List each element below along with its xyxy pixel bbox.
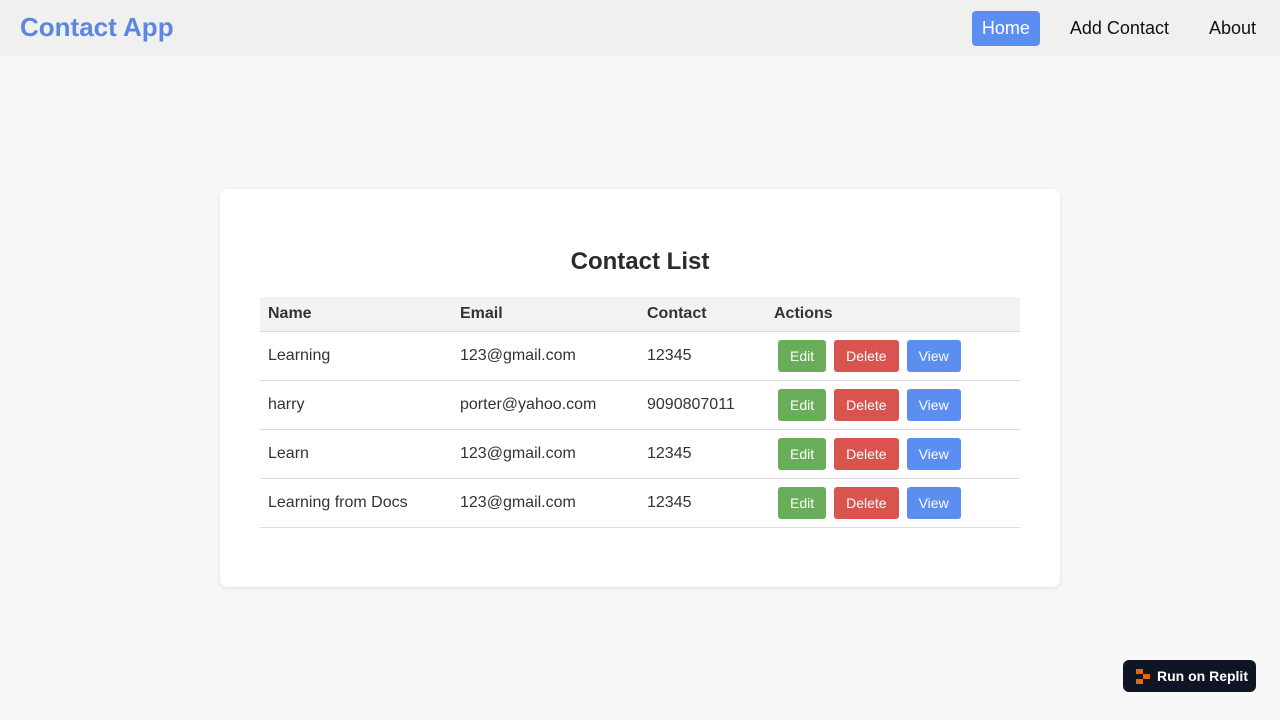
edit-button[interactable]: Edit (778, 388, 827, 421)
cell-email: 123@gmail.com (452, 478, 639, 528)
row-actions: Edit Delete View (774, 339, 1012, 372)
brand-logo[interactable]: Contact App (20, 12, 174, 42)
cell-name: harry (260, 380, 452, 430)
delete-button[interactable]: Delete (834, 486, 899, 519)
cell-actions: Edit Delete View (766, 380, 1020, 430)
replit-logo-icon (1136, 669, 1150, 684)
edit-button[interactable]: Edit (778, 486, 827, 519)
nav-add-contact[interactable]: Add Contact (1060, 11, 1179, 46)
view-button[interactable]: View (906, 486, 961, 519)
cell-email: 123@gmail.com (452, 331, 639, 381)
top-navbar: Contact App Home Add Contact About (0, 0, 1280, 56)
column-header-actions: Actions (766, 297, 1020, 332)
table-row: Learn 123@gmail.com 12345 Edit Delete Vi… (260, 429, 1020, 479)
cell-name: Learn (260, 429, 452, 479)
run-on-replit-button[interactable]: Run on Replit (1123, 660, 1256, 692)
row-actions: Edit Delete View (774, 486, 1012, 519)
cell-name: Learning from Docs (260, 478, 452, 528)
cell-contact: 12345 (639, 331, 766, 381)
nav-links: Home Add Contact About (952, 10, 1266, 46)
cell-contact: 12345 (639, 478, 766, 528)
delete-button[interactable]: Delete (834, 437, 899, 470)
nav-home[interactable]: Home (971, 10, 1040, 46)
cell-email: 123@gmail.com (452, 429, 639, 479)
table-row: Learning from Docs 123@gmail.com 12345 E… (260, 478, 1020, 528)
view-button[interactable]: View (906, 339, 961, 372)
table-header-row: Name Email Contact Actions (260, 297, 1020, 332)
page-title: Contact List (570, 248, 710, 275)
view-button[interactable]: View (906, 437, 961, 470)
view-button[interactable]: View (906, 388, 961, 421)
cell-contact: 12345 (639, 429, 766, 479)
nav-about[interactable]: About (1199, 11, 1266, 46)
edit-button[interactable]: Edit (778, 437, 827, 470)
row-actions: Edit Delete View (774, 388, 1012, 421)
cell-name: Learning (260, 331, 452, 381)
cell-actions: Edit Delete View (766, 429, 1020, 479)
table-row: harry porter@yahoo.com 9090807011 Edit D… (260, 380, 1020, 430)
column-header-name: Name (260, 297, 452, 332)
delete-button[interactable]: Delete (834, 339, 899, 372)
cell-actions: Edit Delete View (766, 331, 1020, 381)
cell-email: porter@yahoo.com (452, 380, 639, 430)
column-header-email: Email (452, 297, 639, 332)
delete-button[interactable]: Delete (834, 388, 899, 421)
row-actions: Edit Delete View (774, 437, 1012, 470)
cell-actions: Edit Delete View (766, 478, 1020, 528)
contacts-table: Name Email Contact Actions Learning 123@… (260, 297, 1020, 528)
table-row: Learning 123@gmail.com 12345 Edit Delete… (260, 331, 1020, 381)
cell-contact: 9090807011 (639, 380, 766, 430)
edit-button[interactable]: Edit (778, 339, 827, 372)
column-header-contact: Contact (639, 297, 766, 332)
run-on-replit-label: Run on Replit (1157, 668, 1248, 684)
contact-list-card: Contact List Name Email Contact Actions … (220, 189, 1060, 587)
